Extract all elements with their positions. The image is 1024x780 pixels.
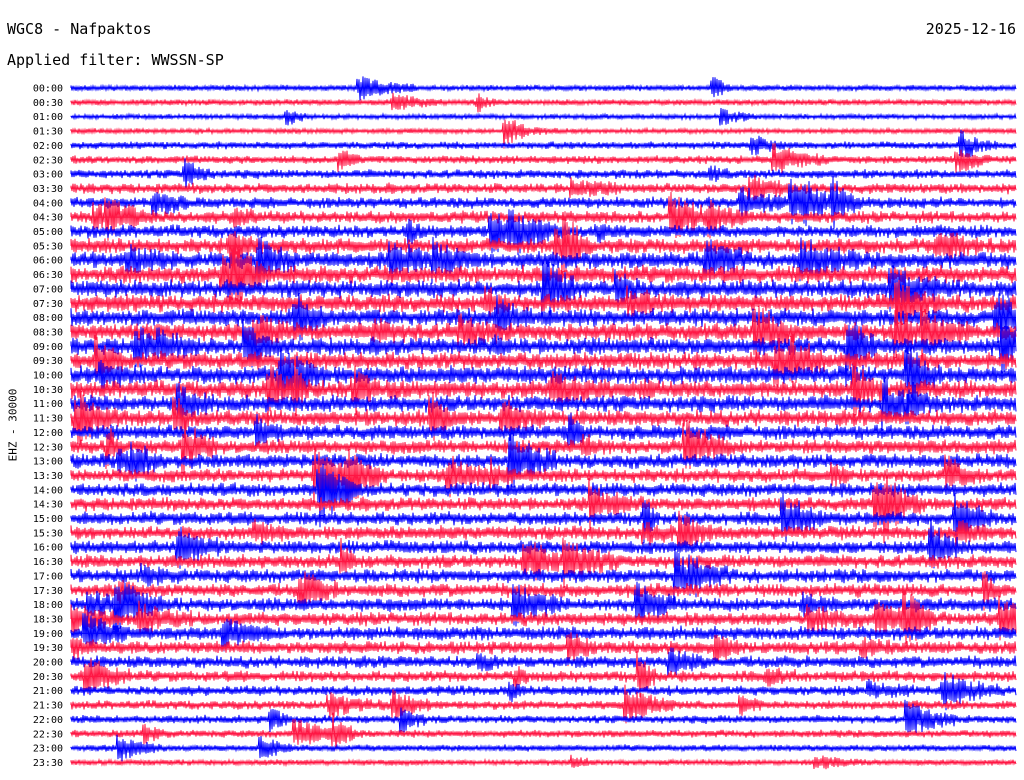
trace-label-24: 12:00 [33, 428, 63, 439]
trace-label-4: 02:00 [33, 141, 63, 152]
trace-label-47: 23:30 [33, 758, 63, 769]
trace-label-11: 05:30 [33, 241, 63, 252]
trace-label-6: 03:00 [33, 170, 63, 181]
trace-label-19: 09:30 [33, 356, 63, 367]
trace-label-34: 17:00 [33, 571, 63, 582]
trace-label-0: 00:00 [33, 84, 63, 95]
trace-label-42: 21:00 [33, 686, 63, 697]
trace-label-46: 23:00 [33, 744, 63, 755]
trace-label-12: 06:00 [33, 256, 63, 267]
trace-label-27: 13:30 [33, 471, 63, 482]
trace-waveform-7 [70, 174, 1017, 201]
trace-label-33: 16:30 [33, 557, 63, 568]
trace-label-13: 06:30 [33, 270, 63, 281]
trace-label-20: 10:00 [33, 371, 63, 382]
trace-waveform-2 [70, 107, 1017, 126]
trace-label-10: 05:00 [33, 227, 63, 238]
trace-label-9: 04:30 [33, 213, 63, 224]
trace-label-29: 14:30 [33, 500, 63, 511]
time-labels-group: 00:00 00:30 01:00 01:30 02:00 02:30 03:00 03:30… [33, 84, 63, 769]
trace-label-39: 19:30 [33, 643, 63, 654]
trace-label-2: 01:00 [33, 112, 63, 123]
trace-label-41: 20:30 [33, 672, 63, 683]
trace-waveform-46 [70, 734, 1017, 762]
trace-label-30: 15:00 [33, 514, 63, 525]
trace-label-45: 22:30 [33, 729, 63, 740]
trace-label-7: 03:30 [33, 184, 63, 195]
trace-label-37: 18:30 [33, 614, 63, 625]
trace-label-26: 13:00 [33, 457, 63, 468]
trace-label-22: 11:00 [33, 399, 63, 410]
trace-label-32: 16:00 [33, 543, 63, 554]
trace-label-28: 14:00 [33, 485, 63, 496]
trace-label-14: 07:00 [33, 284, 63, 295]
trace-label-18: 09:00 [33, 342, 63, 353]
trace-label-8: 04:00 [33, 198, 63, 209]
trace-label-31: 15:30 [33, 528, 63, 539]
trace-waveform-47 [70, 754, 1017, 770]
trace-label-15: 07:30 [33, 299, 63, 310]
trace-label-23: 11:30 [33, 414, 63, 425]
traces-group [70, 76, 1017, 770]
trace-waveform-5 [70, 143, 1017, 174]
trace-label-25: 12:30 [33, 442, 63, 453]
trace-label-35: 17:30 [33, 586, 63, 597]
trace-label-5: 02:30 [33, 155, 63, 166]
seismogram-plot: 00:00 00:30 01:00 01:30 02:00 02:30 03:00 03:30… [33, 76, 1017, 770]
trace-label-3: 01:30 [33, 127, 63, 138]
trace-label-40: 20:00 [33, 658, 63, 669]
trace-label-38: 19:00 [33, 629, 63, 640]
trace-label-44: 22:00 [33, 715, 63, 726]
trace-label-1: 00:30 [33, 98, 63, 109]
trace-label-16: 08:00 [33, 313, 63, 324]
trace-label-17: 08:30 [33, 327, 63, 338]
trace-waveform-1 [70, 92, 1017, 113]
trace-label-36: 18:00 [33, 600, 63, 611]
trace-label-21: 10:30 [33, 385, 63, 396]
trace-label-43: 21:30 [33, 701, 63, 712]
